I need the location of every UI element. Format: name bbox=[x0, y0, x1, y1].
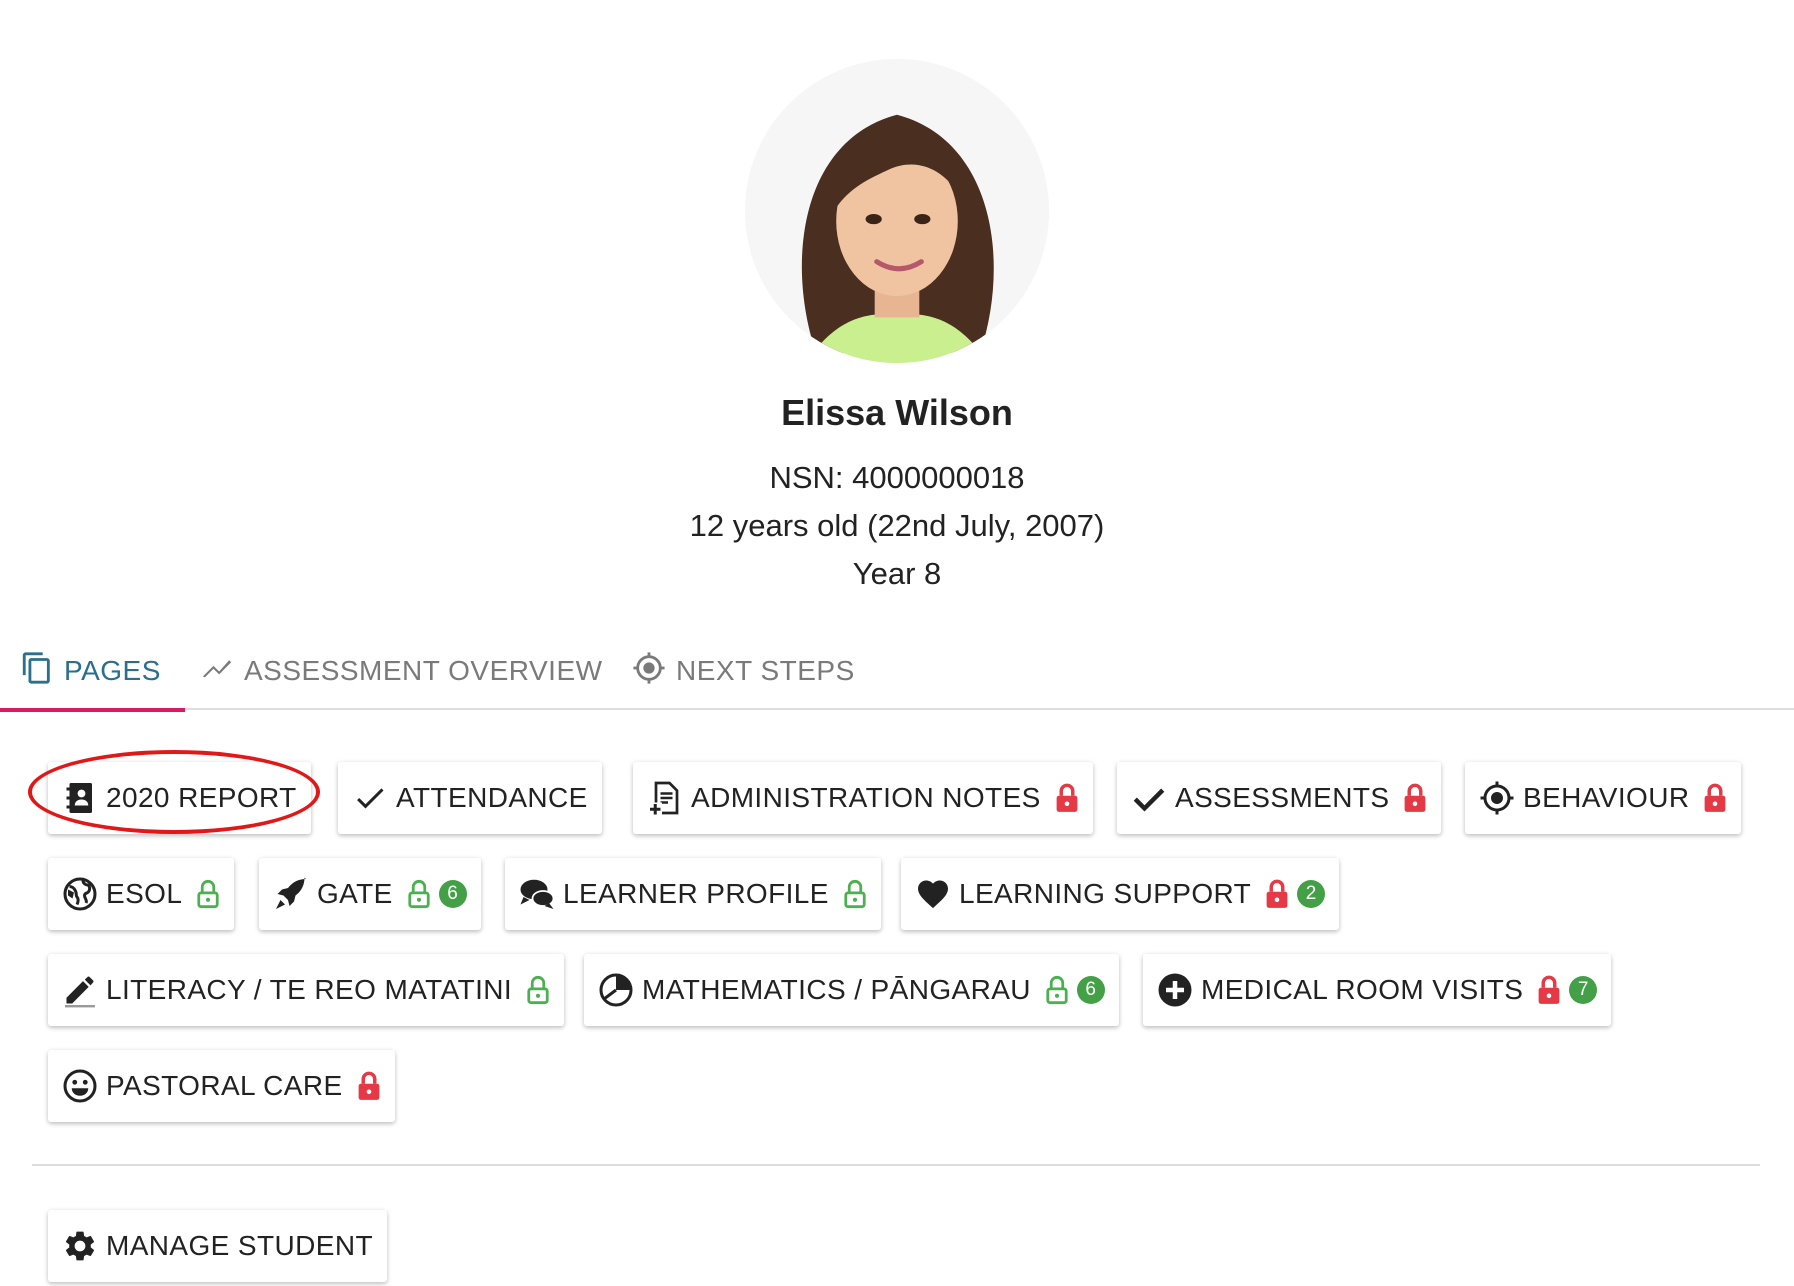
count-badge: 2 bbox=[1297, 880, 1326, 908]
tab-next-steps-label: NEXT STEPS bbox=[676, 655, 855, 686]
page-button-learning-support[interactable]: LEARNING SUPPORT 2 bbox=[901, 858, 1340, 930]
count-badge: 6 bbox=[1076, 976, 1105, 1004]
page-button-learner-profile[interactable]: LEARNER PROFILE bbox=[505, 858, 881, 930]
page-button-2020-report[interactable]: 2020 REPORT bbox=[48, 762, 311, 834]
student-nsn: NSN: 4000000018 bbox=[769, 460, 1025, 495]
locked-padlock-icon bbox=[1265, 879, 1289, 909]
count-badge: 7 bbox=[1569, 976, 1598, 1004]
unlocked-padlock-icon bbox=[843, 879, 867, 909]
page-button-label: ADMINISTRATION NOTES bbox=[691, 782, 1041, 813]
locked-padlock-icon bbox=[1537, 975, 1561, 1005]
page-button-medical-room-visits[interactable]: MEDICAL ROOM VISITS 7 bbox=[1143, 954, 1612, 1026]
manage-student-label: MANAGE STUDENT bbox=[106, 1230, 373, 1261]
plus-circle-icon bbox=[1157, 972, 1193, 1008]
page-button-label: ESOL bbox=[106, 878, 183, 909]
pen-icon bbox=[62, 972, 98, 1008]
page-button-behaviour[interactable]: BEHAVIOUR bbox=[1465, 762, 1742, 834]
tab-assessment-overview[interactable]: ASSESSMENT OVERVIEW bbox=[200, 632, 603, 710]
smiley-icon bbox=[62, 1068, 98, 1104]
page-button-label: PASTORAL CARE bbox=[106, 1070, 343, 1101]
unlocked-padlock-icon bbox=[196, 879, 220, 909]
heart-icon bbox=[915, 876, 951, 912]
contact-book-icon bbox=[62, 780, 98, 816]
trending-line-icon bbox=[200, 651, 234, 692]
page-button-label: BEHAVIOUR bbox=[1523, 782, 1690, 813]
page-button-literacy-te-reo-matatini[interactable]: LITERACY / TE REO MATATINI bbox=[48, 954, 565, 1026]
page-button-administration-notes[interactable]: ADMINISTRATION NOTES bbox=[633, 762, 1093, 834]
unlocked-padlock-icon bbox=[407, 879, 431, 909]
page-button-label: GATE bbox=[317, 878, 393, 909]
page-button-label: ASSESSMENTS bbox=[1175, 782, 1390, 813]
page-button-label: ATTENDANCE bbox=[396, 782, 588, 813]
note-add-icon bbox=[647, 780, 683, 816]
page-button-label: 2020 REPORT bbox=[106, 782, 297, 813]
manage-student-button[interactable]: MANAGE STUDENT bbox=[48, 1210, 387, 1282]
page-button-assessments[interactable]: ASSESSMENTS bbox=[1117, 762, 1442, 834]
section-divider bbox=[32, 1164, 1760, 1166]
student-age: 12 years old (22nd July, 2007) bbox=[689, 508, 1105, 543]
gear-icon bbox=[62, 1228, 98, 1264]
chat-bubbles-icon bbox=[519, 876, 555, 912]
crosshair-icon bbox=[1479, 780, 1515, 816]
locked-padlock-icon bbox=[357, 1071, 381, 1101]
locked-padlock-icon bbox=[1403, 783, 1427, 813]
page-button-label: LITERACY / TE REO MATATINI bbox=[106, 974, 513, 1005]
unlocked-padlock-icon bbox=[526, 975, 550, 1005]
page-button-gate[interactable]: GATE 6 bbox=[259, 858, 481, 930]
pie-chart-icon bbox=[598, 972, 634, 1008]
tab-pages-label: PAGES bbox=[64, 655, 161, 686]
student-avatar bbox=[745, 59, 1049, 363]
globe-icon bbox=[62, 876, 98, 912]
crosshair-icon bbox=[632, 651, 666, 692]
page-button-mathematics-p-ngarau[interactable]: MATHEMATICS / PĀNGARAU 6 bbox=[584, 954, 1119, 1026]
rocket-icon bbox=[273, 876, 309, 912]
tab-bar: PAGES ASSESSMENT OVERVIEW NEXT STEPS bbox=[0, 632, 1794, 712]
tab-next-steps[interactable]: NEXT STEPS bbox=[632, 632, 855, 710]
copy-pages-icon bbox=[20, 651, 54, 692]
page-button-label: MEDICAL ROOM VISITS bbox=[1201, 974, 1524, 1005]
page-button-pastoral-care[interactable]: PASTORAL CARE bbox=[48, 1050, 395, 1122]
student-year-level: Year 8 bbox=[852, 556, 942, 591]
tab-assessment-overview-label: ASSESSMENT OVERVIEW bbox=[244, 655, 603, 686]
count-badge: 6 bbox=[438, 880, 467, 908]
check-icon bbox=[352, 780, 388, 816]
locked-padlock-icon bbox=[1703, 783, 1727, 813]
page-button-label: LEARNER PROFILE bbox=[563, 878, 829, 909]
tab-pages[interactable]: PAGES bbox=[0, 632, 185, 712]
page-button-label: LEARNING SUPPORT bbox=[959, 878, 1252, 909]
page-button-attendance[interactable]: ATTENDANCE bbox=[338, 762, 602, 834]
student-name: Elissa Wilson bbox=[781, 392, 1013, 433]
page-button-label: MATHEMATICS / PĀNGARAU bbox=[642, 974, 1031, 1005]
page-button-esol[interactable]: ESOL bbox=[48, 858, 235, 930]
locked-padlock-icon bbox=[1055, 783, 1079, 813]
check-bold-icon bbox=[1131, 780, 1167, 816]
unlocked-padlock-icon bbox=[1045, 975, 1069, 1005]
